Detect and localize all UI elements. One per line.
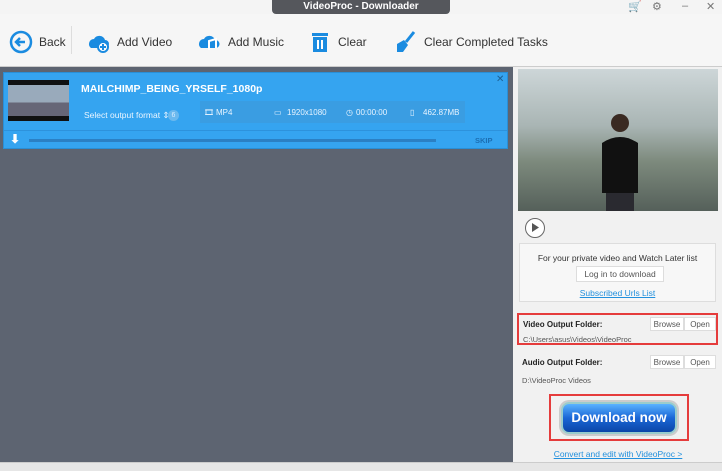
private-video-text: For your private video and Watch Later l… xyxy=(537,253,698,263)
title-bar: VideoProc - Downloader 🛒 ⚙ – ✕ xyxy=(0,0,722,14)
clock-icon: ◷ xyxy=(346,107,353,117)
video-browse-button[interactable]: Browse xyxy=(650,317,684,331)
status-bar xyxy=(0,462,722,471)
broom-icon xyxy=(397,31,416,52)
format-value: MP4 xyxy=(216,107,233,117)
audio-browse-button[interactable]: Browse xyxy=(650,355,684,369)
subscribed-urls-link[interactable]: Subscribed Urls List xyxy=(520,288,715,298)
film-icon: 🎞 xyxy=(204,107,215,117)
login-box: For your private video and Watch Later l… xyxy=(519,243,716,302)
task-list: MAILCHIMP_BEING_YRSELF_1080p Select outp… xyxy=(0,67,513,462)
video-thumbnail xyxy=(8,80,69,121)
resolution-icon: ▭ xyxy=(274,107,282,117)
download-arrow-icon: ⬇ xyxy=(10,132,21,146)
toolbar: Back Add Video Add Music Clear Clear Com… xyxy=(0,14,722,67)
login-button[interactable]: Log in to download xyxy=(576,266,664,282)
progress-row: ⬇ SKIP xyxy=(4,130,507,148)
window-title: VideoProc - Downloader xyxy=(272,0,450,14)
add-music-icon xyxy=(199,35,220,50)
resolution-value: 1920x1080 xyxy=(287,107,327,117)
format-count-badge: 6 xyxy=(168,110,179,121)
select-output-format[interactable]: Select output format ⇕ xyxy=(84,110,170,121)
preview-person xyxy=(602,114,638,211)
right-panel: For your private video and Watch Later l… xyxy=(516,67,720,462)
close-window-button[interactable]: ✕ xyxy=(706,0,715,13)
clear-completed-button[interactable]: Clear Completed Tasks xyxy=(394,30,548,54)
back-button[interactable]: Back xyxy=(9,30,66,54)
download-highlight: Download now xyxy=(549,394,689,441)
video-output-folder: Video Output Folder: Browse Open C:\User… xyxy=(517,313,718,345)
divider xyxy=(71,26,72,54)
play-button[interactable] xyxy=(525,218,545,238)
add-video-button[interactable]: Add Video xyxy=(87,30,172,54)
add-music-button[interactable]: Add Music xyxy=(198,30,284,54)
task-meta: 🎞 MP4 ▭ 1920x1080 ◷ 00:00:00 ▯ 462.87MB xyxy=(200,101,465,123)
download-now-button[interactable]: Download now xyxy=(561,402,677,434)
video-open-button[interactable]: Open xyxy=(684,317,716,331)
audio-open-button[interactable]: Open xyxy=(684,355,716,369)
audio-folder-path: D:\VideoProc Videos xyxy=(522,376,591,385)
skip-button[interactable]: SKIP xyxy=(475,136,493,145)
minimize-button[interactable]: – xyxy=(682,0,688,12)
add-video-icon xyxy=(89,35,109,53)
gear-icon[interactable]: ⚙ xyxy=(652,0,662,13)
task-filename: MAILCHIMP_BEING_YRSELF_1080p xyxy=(81,83,263,95)
clear-button[interactable]: Clear xyxy=(308,30,367,54)
progress-bar xyxy=(29,139,436,142)
cart-icon[interactable]: 🛒 xyxy=(628,0,642,13)
video-preview xyxy=(518,69,718,211)
audio-folder-label: Audio Output Folder: xyxy=(522,358,603,367)
file-icon: ▯ xyxy=(410,107,415,117)
convert-link[interactable]: Convert and edit with VideoProc > xyxy=(516,449,720,459)
trash-icon xyxy=(312,33,328,52)
back-arrow-icon xyxy=(9,30,33,54)
video-folder-label: Video Output Folder: xyxy=(523,320,603,329)
video-folder-path: C:\Users\asus\Videos\VideoProc xyxy=(523,335,632,344)
size-value: 462.87MB xyxy=(423,107,460,117)
close-task-icon[interactable]: ✕ xyxy=(496,74,504,85)
duration-value: 00:00:00 xyxy=(356,107,388,117)
download-task[interactable]: MAILCHIMP_BEING_YRSELF_1080p Select outp… xyxy=(3,72,508,149)
play-icon xyxy=(532,223,539,232)
